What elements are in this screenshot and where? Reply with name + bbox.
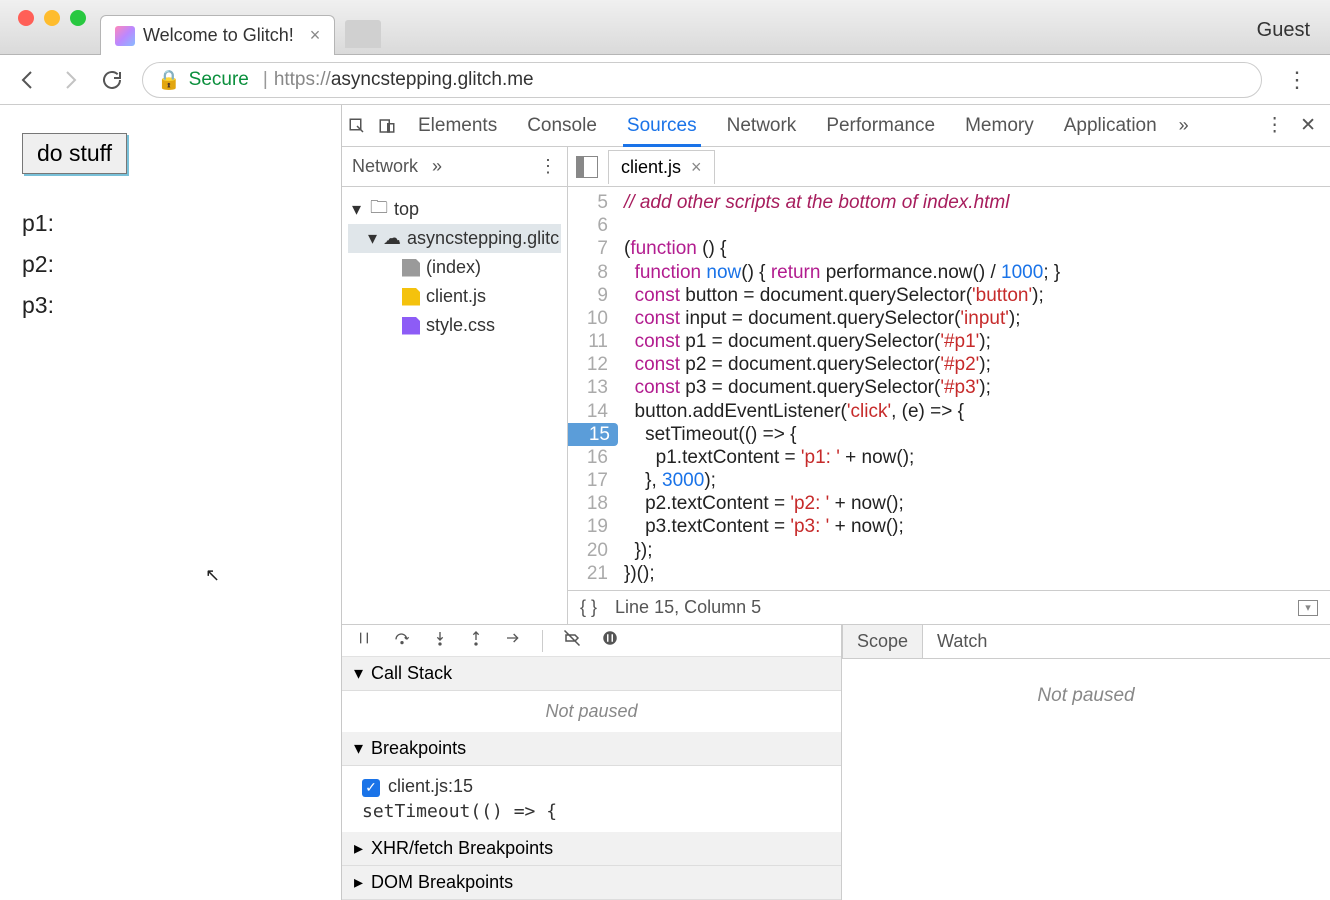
step-icon[interactable] — [504, 630, 522, 651]
checkbox-icon[interactable]: ✓ — [362, 779, 380, 797]
navigator-pane: Network » ⋮ ▾🗀top ▾☁asyncstepping.glitc … — [342, 147, 568, 624]
tree-file-clientjs[interactable]: client.js — [348, 282, 561, 311]
editor-pane: client.js × 5678910111213141516171819202… — [568, 147, 1330, 624]
cursor-position: Line 15, Column 5 — [615, 597, 761, 618]
editor-file-tab[interactable]: client.js × — [608, 150, 715, 184]
profile-label[interactable]: Guest — [1237, 7, 1330, 54]
cursor-icon: ↖ — [205, 565, 220, 586]
tree-host[interactable]: ▾☁asyncstepping.glitc — [348, 224, 561, 253]
p1-text: p1: — [22, 210, 319, 237]
tree-file-stylecss[interactable]: style.css — [348, 311, 561, 340]
breakpoints-header[interactable]: ▾Breakpoints — [342, 732, 841, 766]
navigator-tab[interactable]: Network — [352, 156, 418, 177]
breakpoint-item[interactable]: ✓client.js:15 setTimeout(() => { — [342, 766, 841, 832]
watch-tab[interactable]: Watch — [923, 625, 1001, 658]
browser-menu-icon[interactable]: ⋮ — [1280, 67, 1314, 93]
devtools-tabbar: Elements Console Sources Network Performance… — [342, 105, 1330, 147]
maximize-window-icon[interactable] — [70, 10, 86, 26]
xhr-breakpoints-header[interactable]: ▸XHR/fetch Breakpoints — [342, 832, 841, 866]
lock-icon: 🔒 — [157, 68, 181, 92]
tabs-overflow-icon[interactable]: » — [1179, 115, 1189, 136]
traffic-lights — [0, 10, 100, 44]
step-into-icon[interactable] — [432, 630, 448, 651]
debugger-pane: ▾Call Stack Not paused ▾Breakpoints ✓cli… — [342, 624, 1330, 900]
forward-button[interactable] — [58, 68, 82, 92]
tree-top[interactable]: ▾🗀top — [348, 195, 561, 224]
tab-strip: Welcome to Glitch! × — [100, 0, 381, 54]
devtools: Elements Console Sources Network Performance… — [342, 105, 1330, 900]
secure-label: Secure — [189, 69, 249, 91]
debugger-toolbar — [342, 625, 841, 657]
do-stuff-button[interactable]: do stuff — [22, 133, 127, 174]
close-file-icon[interactable]: × — [691, 157, 702, 178]
device-toggle-icon[interactable] — [372, 117, 402, 135]
back-button[interactable] — [16, 68, 40, 92]
deactivate-breakpoints-icon[interactable] — [563, 629, 581, 652]
reload-button[interactable] — [100, 68, 124, 92]
coverage-icon[interactable]: ▾ — [1298, 600, 1318, 616]
pause-on-exceptions-icon[interactable] — [601, 629, 619, 652]
p3-text: p3: — [22, 292, 319, 319]
favicon-icon — [115, 26, 135, 46]
navigator-overflow-icon[interactable]: » — [432, 156, 442, 177]
devtools-tab-sources[interactable]: Sources — [623, 105, 701, 147]
step-out-icon[interactable] — [468, 630, 484, 651]
toolbar: 🔒 Secure | https://asyncstepping.glitch.… — [0, 55, 1330, 105]
devtools-close-icon[interactable]: ✕ — [1300, 114, 1316, 137]
call-stack-body: Not paused — [342, 691, 841, 732]
dom-breakpoints-header[interactable]: ▸DOM Breakpoints — [342, 866, 841, 900]
scope-body: Not paused — [842, 659, 1330, 900]
devtools-tab-application[interactable]: Application — [1060, 105, 1161, 147]
devtools-tab-memory[interactable]: Memory — [961, 105, 1038, 147]
page-viewport: do stuff p1: p2: p3: ↖ — [0, 105, 342, 900]
code-editor[interactable]: 56789101112131415161718192021 // add oth… — [568, 187, 1330, 590]
editor-status: { } Line 15, Column 5 ▾ — [568, 590, 1330, 624]
step-over-icon[interactable] — [392, 630, 412, 651]
devtools-tab-console[interactable]: Console — [523, 105, 601, 147]
devtools-tab-network[interactable]: Network — [723, 105, 801, 147]
close-tab-icon[interactable]: × — [302, 25, 321, 46]
inspect-icon[interactable] — [342, 117, 372, 135]
tree-file-index[interactable]: (index) — [348, 253, 561, 282]
scope-tab[interactable]: Scope — [842, 624, 923, 658]
format-icon[interactable]: { } — [580, 597, 597, 618]
navigator-menu-icon[interactable]: ⋮ — [539, 156, 557, 177]
call-stack-header[interactable]: ▾Call Stack — [342, 657, 841, 691]
devtools-tab-elements[interactable]: Elements — [414, 105, 501, 147]
close-window-icon[interactable] — [18, 10, 34, 26]
file-tree: ▾🗀top ▾☁asyncstepping.glitc (index) clie… — [342, 187, 567, 348]
address-bar[interactable]: 🔒 Secure | https://asyncstepping.glitch.… — [142, 62, 1262, 98]
minimize-window-icon[interactable] — [44, 10, 60, 26]
window-chrome: Welcome to Glitch! × Guest — [0, 0, 1330, 55]
devtools-menu-icon[interactable]: ⋮ — [1265, 114, 1284, 137]
tab-title: Welcome to Glitch! — [143, 25, 294, 46]
devtools-tab-performance[interactable]: Performance — [822, 105, 939, 147]
new-tab-button[interactable] — [345, 20, 381, 48]
toggle-navigator-icon[interactable] — [576, 156, 598, 178]
pause-icon[interactable] — [356, 630, 372, 651]
p2-text: p2: — [22, 251, 319, 278]
browser-tab[interactable]: Welcome to Glitch! × — [100, 15, 335, 55]
